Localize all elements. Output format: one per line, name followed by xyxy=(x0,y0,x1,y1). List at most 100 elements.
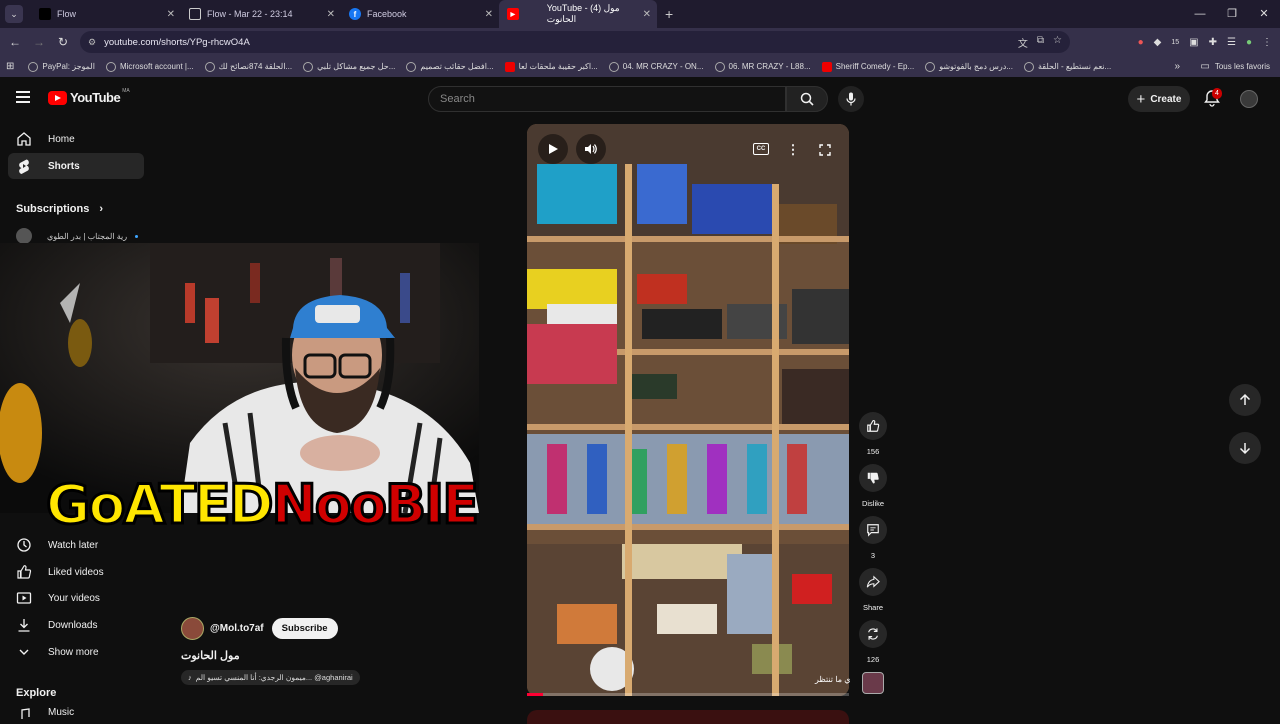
reading-list-icon[interactable]: ☰ xyxy=(1227,37,1236,48)
new-tab-button[interactable]: + xyxy=(665,6,673,22)
bookmark-item[interactable]: درس دمج بالفوتوشو... xyxy=(925,61,1013,72)
remix-count: 126 xyxy=(866,655,880,664)
sidebar-item-label: Watch later xyxy=(48,539,99,551)
more-bookmarks-icon[interactable]: » xyxy=(1174,61,1180,72)
play-button[interactable] xyxy=(538,134,568,164)
globe-icon xyxy=(28,61,39,72)
bookmark-item[interactable]: Sheriff Comedy - Ep... xyxy=(821,61,914,72)
tab-facebook[interactable]: f Facebook ✕ xyxy=(341,0,499,28)
tab-youtube[interactable]: ▶ YouTube - (4) مول الحانوت ✕ xyxy=(499,0,657,28)
close-tab-icon[interactable]: ✕ xyxy=(327,9,335,20)
bookmark-item[interactable]: اكبر حقيبة ملحقات لعا... xyxy=(504,61,598,72)
address-bar[interactable]: ⚙ youtube.com/shorts/YPg-rhcwO4A 文 ⧉ ☆ xyxy=(80,31,1070,53)
chevron-right-icon: › xyxy=(99,203,104,215)
bookmark-item[interactable]: نعم نستطيع - الحلقة... xyxy=(1023,61,1111,72)
remix-button[interactable] xyxy=(859,620,887,648)
search-button[interactable] xyxy=(786,86,828,112)
next-short-button[interactable] xyxy=(1229,432,1261,464)
bookmark-item[interactable]: الحلقة 874نصائح لك... xyxy=(204,61,293,72)
close-tab-icon[interactable]: ✕ xyxy=(485,9,493,20)
site-info-icon[interactable]: ⚙ xyxy=(88,37,96,48)
hamburger-menu-icon[interactable] xyxy=(16,91,30,103)
bookmarks-bar: ⊞ PayPal: الموجز Microsoft account |... … xyxy=(0,56,1280,77)
close-tab-icon[interactable]: ✕ xyxy=(643,9,651,20)
search-input[interactable]: Search xyxy=(428,86,786,112)
comments-button[interactable] xyxy=(859,516,887,544)
dislike-label: Dislike xyxy=(861,499,885,508)
next-short-preview[interactable] xyxy=(527,710,849,724)
cast-icon[interactable]: ⧉ xyxy=(1037,35,1044,50)
back-icon[interactable]: ← xyxy=(3,35,27,49)
apps-grid-icon[interactable]: ⊞ xyxy=(6,61,14,72)
video-progress-bar[interactable] xyxy=(527,693,849,696)
create-button[interactable]: + Create xyxy=(1128,86,1190,112)
bookmark-item[interactable]: 06. MR CRAZY - L88... xyxy=(714,61,811,72)
shorts-video-player[interactable] xyxy=(527,124,849,696)
screenshot-icon[interactable]: ▣ xyxy=(1189,37,1198,48)
sidebar-item-downloads[interactable]: Downloads xyxy=(8,612,144,638)
youtube-logo[interactable]: YouTube MA xyxy=(48,88,130,105)
facebook-favicon-icon: f xyxy=(349,8,361,20)
bookmark-label: درس دمج بالفوتوشو... xyxy=(939,62,1013,71)
dislike-button[interactable] xyxy=(859,464,887,492)
volume-icon xyxy=(585,144,597,154)
sidebar-item-label: Music xyxy=(48,707,75,718)
captions-icon[interactable]: CC xyxy=(753,143,769,155)
sidebar-item-show-more[interactable]: Show more xyxy=(8,639,144,665)
music-thumbnail[interactable] xyxy=(862,672,884,694)
subscribe-button[interactable]: Subscribe xyxy=(271,618,338,639)
thumbs-down-icon xyxy=(867,472,879,484)
sound-chip[interactable]: ♪ ميمون الرجدي: أنا المنسي تسيو الم... @… xyxy=(181,670,360,685)
sidebar-item-shorts[interactable]: Shorts xyxy=(8,153,144,179)
voice-search-button[interactable] xyxy=(838,86,864,112)
kebab-menu-icon[interactable]: ⋮ xyxy=(1262,37,1272,48)
bookmark-star-icon[interactable]: ☆ xyxy=(1053,35,1062,50)
bookmark-item[interactable]: حل جميع مشاكل تلبي... xyxy=(303,61,395,72)
all-bookmarks[interactable]: ▭ Tous les favoris xyxy=(1200,61,1270,72)
music-tag[interactable]: ي ما تنتظر xyxy=(815,675,850,684)
bookmark-item[interactable]: 04. MR CRAZY - ON... xyxy=(608,61,704,72)
channel-avatar xyxy=(16,228,32,244)
play-icon xyxy=(549,144,558,154)
like-button[interactable] xyxy=(859,412,887,440)
globe-icon xyxy=(204,61,215,72)
volume-button[interactable] xyxy=(576,134,606,164)
close-tab-icon[interactable]: ✕ xyxy=(167,9,175,20)
tab-flow[interactable]: Flow ✕ xyxy=(31,0,181,28)
tab-flow-mar22[interactable]: Flow - Mar 22 - 23:14 ✕ xyxy=(181,0,341,28)
share-button[interactable] xyxy=(859,568,887,596)
minimize-icon[interactable]: — xyxy=(1184,0,1216,28)
reload-icon[interactable]: ↻ xyxy=(51,35,75,49)
subscription-item[interactable]: رية المجتاب | بدر الطوي xyxy=(16,228,139,244)
url-text[interactable]: youtube.com/shorts/YPg-rhcwO4A xyxy=(104,37,250,48)
arrow-down-icon xyxy=(1239,443,1251,455)
bookmark-item[interactable]: افضل حقائب تصميم... xyxy=(406,61,494,72)
profile-icon[interactable]: ● xyxy=(1246,37,1252,48)
close-window-icon[interactable]: ✕ xyxy=(1248,0,1280,28)
forward-icon[interactable]: → xyxy=(27,35,51,49)
channel-avatar[interactable] xyxy=(181,617,204,640)
bookmark-label: 04. MR CRAZY - ON... xyxy=(622,62,704,71)
account-avatar[interactable] xyxy=(1240,90,1258,108)
sidebar-item-liked-videos[interactable]: Liked videos xyxy=(8,559,144,585)
sidebar-item-label: Show more xyxy=(48,646,99,658)
restore-icon[interactable]: ❐ xyxy=(1216,0,1248,28)
bookmark-item[interactable]: Microsoft account |... xyxy=(105,61,194,72)
tab-search-button[interactable]: ⌄ xyxy=(5,5,23,23)
sidebar-item-your-videos[interactable]: Your videos xyxy=(8,585,144,611)
sidebar-item-home[interactable]: Home xyxy=(8,126,144,152)
bookmark-label: الحلقة 874نصائح لك... xyxy=(218,62,293,71)
subscriptions-header[interactable]: Subscriptions › xyxy=(16,203,103,215)
previous-short-button[interactable] xyxy=(1229,384,1261,416)
fullscreen-button[interactable] xyxy=(815,140,835,160)
extension-icon[interactable]: ● xyxy=(1138,37,1144,48)
channel-handle[interactable]: @Mol.to7af xyxy=(210,623,264,634)
extension-icon[interactable]: ◆ xyxy=(1154,37,1162,48)
puzzle-icon[interactable]: ✚ xyxy=(1209,37,1217,48)
extension-badge: 15 xyxy=(1171,38,1180,46)
more-options-icon[interactable]: ⋮ xyxy=(783,140,803,160)
tab-title: YouTube - (4) مول الحانوت xyxy=(546,3,620,24)
bookmark-item[interactable]: PayPal: الموجز xyxy=(28,61,95,72)
sidebar-item-music[interactable]: Music xyxy=(8,704,144,720)
translate-icon[interactable]: 文 xyxy=(1018,35,1028,50)
